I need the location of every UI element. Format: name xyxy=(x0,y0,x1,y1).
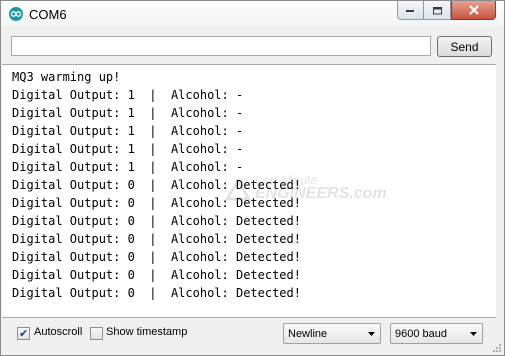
show-timestamp-checkbox[interactable]: ✔ xyxy=(90,327,103,340)
autoscroll-label: Autoscroll xyxy=(34,326,83,338)
minimize-icon xyxy=(406,10,414,12)
chevron-down-icon xyxy=(368,332,375,336)
output-line: Digital Output: 0 | Alcohol: Detected! xyxy=(12,196,301,210)
checkmark-icon: ✔ xyxy=(19,328,29,340)
output-line: MQ3 warming up! xyxy=(12,70,121,84)
output-line: Digital Output: 1 | Alcohol: - xyxy=(12,142,244,156)
minimize-button[interactable] xyxy=(397,1,424,20)
baud-rate-select[interactable]: 9600 baud xyxy=(390,323,483,344)
autoscroll-checkbox[interactable]: ✔ xyxy=(17,327,30,340)
line-ending-value: Newline xyxy=(288,328,328,340)
output-line: Digital Output: 0 | Alcohol: Detected! xyxy=(12,286,301,300)
send-button[interactable]: Send xyxy=(437,36,492,57)
close-icon xyxy=(468,5,479,15)
output-line: Digital Output: 0 | Alcohol: Detected! xyxy=(12,268,301,282)
arduino-icon xyxy=(9,7,23,21)
status-footer: ✔ Autoscroll ✔ Show timestamp Newline 96… xyxy=(1,319,504,355)
close-button[interactable] xyxy=(451,1,496,20)
maximize-icon xyxy=(432,6,442,14)
baud-rate-value: 9600 baud xyxy=(395,328,447,340)
title-bar[interactable]: COM6 xyxy=(1,1,504,27)
output-line: Digital Output: 1 | Alcohol: - xyxy=(12,160,244,174)
window-title: COM6 xyxy=(29,7,67,22)
resize-grip-icon[interactable] xyxy=(492,343,502,353)
output-line: Digital Output: 0 | Alcohol: Detected! xyxy=(12,232,301,246)
serial-output[interactable]: Last Minute ENGINEERS.com MQ3 warming up… xyxy=(2,64,496,318)
serial-monitor-window: COM6 Send Last Minute ENGINEERS.com MQ3 … xyxy=(0,0,505,356)
output-line: Digital Output: 0 | Alcohol: Detected! xyxy=(12,250,301,264)
output-lines: MQ3 warming up! Digital Output: 1 | Alcoh… xyxy=(12,68,301,302)
output-line: Digital Output: 0 | Alcohol: Detected! xyxy=(12,214,301,228)
maximize-button[interactable] xyxy=(424,1,451,20)
send-input[interactable] xyxy=(11,36,431,56)
chevron-down-icon xyxy=(470,332,477,336)
output-line: Digital Output: 0 | Alcohol: Detected! xyxy=(12,178,301,192)
line-ending-select[interactable]: Newline xyxy=(283,323,381,344)
output-line: Digital Output: 1 | Alcohol: - xyxy=(12,88,244,102)
output-line: Digital Output: 1 | Alcohol: - xyxy=(12,106,244,120)
show-timestamp-label: Show timestamp xyxy=(106,326,188,338)
output-line: Digital Output: 1 | Alcohol: - xyxy=(12,124,244,138)
